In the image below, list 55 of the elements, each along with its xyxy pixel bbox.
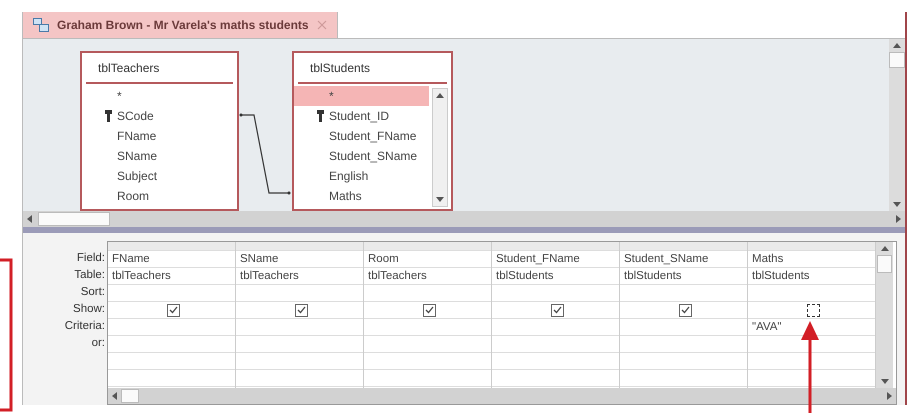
field-cell[interactable]: Student_SName bbox=[620, 251, 747, 268]
field-item[interactable]: Room bbox=[82, 186, 237, 206]
field-item[interactable]: FName bbox=[82, 126, 237, 146]
scrollbar[interactable] bbox=[108, 388, 896, 404]
column-selector[interactable] bbox=[108, 242, 235, 251]
scrollbar[interactable] bbox=[876, 242, 893, 388]
scrollbar[interactable] bbox=[889, 39, 905, 211]
field-item[interactable]: Student_ID bbox=[294, 106, 429, 126]
table-cell[interactable]: tblStudents bbox=[620, 268, 747, 285]
scrollbar[interactable] bbox=[432, 88, 448, 207]
row-label: Show: bbox=[73, 302, 105, 317]
row-label: Field: bbox=[76, 251, 105, 266]
field-item[interactable]: * bbox=[82, 86, 237, 106]
field-item[interactable]: SName bbox=[82, 146, 237, 166]
field-item[interactable]: English bbox=[294, 166, 429, 186]
scrollbar[interactable] bbox=[23, 211, 905, 227]
column-selector[interactable] bbox=[620, 242, 747, 251]
criteria-cell[interactable]: "AVA" bbox=[752, 319, 782, 335]
field-item[interactable]: SCode bbox=[82, 106, 237, 126]
row-label: Table: bbox=[74, 268, 105, 283]
show-checkbox[interactable] bbox=[167, 304, 180, 316]
field-item[interactable]: Student_FName bbox=[294, 126, 429, 146]
key-icon bbox=[104, 110, 113, 122]
table-cell[interactable]: tblTeachers bbox=[108, 268, 235, 285]
close-icon[interactable] bbox=[316, 20, 327, 30]
field-item[interactable]: * bbox=[294, 86, 429, 106]
column-selector[interactable] bbox=[492, 242, 619, 251]
show-checkbox[interactable] bbox=[679, 304, 692, 316]
column-selector[interactable] bbox=[236, 242, 363, 251]
key-icon bbox=[316, 110, 325, 122]
column-selector[interactable] bbox=[364, 242, 491, 251]
row-label: or: bbox=[92, 336, 105, 351]
show-checkbox[interactable] bbox=[423, 304, 436, 316]
document-tab[interactable]: Graham Brown - Mr Varela's maths students bbox=[23, 12, 338, 38]
field-item[interactable]: Subject bbox=[82, 166, 237, 186]
table-cell[interactable]: tblStudents bbox=[492, 268, 619, 285]
field-item[interactable]: Maths bbox=[294, 186, 429, 206]
query-icon bbox=[33, 18, 49, 32]
field-cell[interactable]: Room bbox=[364, 251, 491, 268]
field-item[interactable]: Student_SName bbox=[294, 146, 429, 166]
show-checkbox[interactable] bbox=[295, 304, 308, 316]
field-cell[interactable]: Maths bbox=[748, 251, 875, 268]
table-cell[interactable]: tblStudents bbox=[748, 268, 875, 285]
show-checkbox[interactable] bbox=[807, 304, 820, 316]
show-checkbox[interactable] bbox=[551, 304, 564, 316]
table-cell[interactable]: tblTeachers bbox=[364, 268, 491, 285]
field-cell[interactable]: FName bbox=[108, 251, 235, 268]
table-cell[interactable]: tblTeachers bbox=[236, 268, 363, 285]
table-name: tblStudents bbox=[298, 53, 447, 84]
column-selector[interactable] bbox=[748, 242, 875, 251]
table-name: tblTeachers bbox=[86, 53, 233, 84]
row-label: Criteria: bbox=[64, 319, 105, 334]
row-label: Sort: bbox=[80, 285, 105, 300]
field-cell[interactable]: SName bbox=[236, 251, 363, 268]
field-cell[interactable]: Student_FName bbox=[492, 251, 619, 268]
